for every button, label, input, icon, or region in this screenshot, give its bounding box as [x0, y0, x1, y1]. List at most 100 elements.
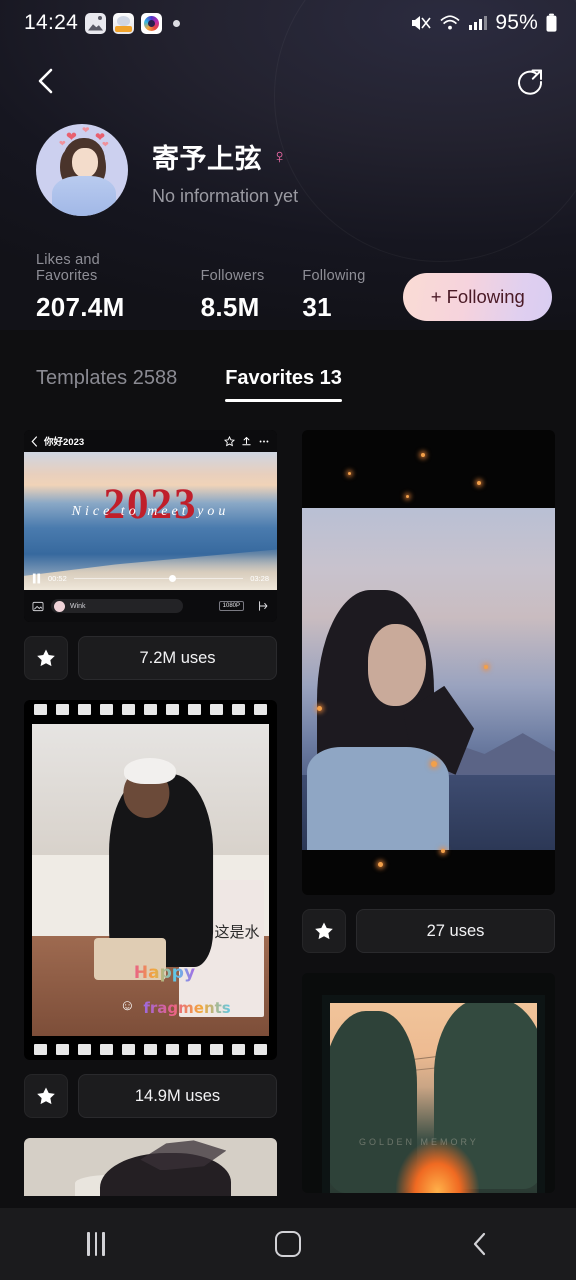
trees-overlay-text: GOLDEN MEMORY	[358, 1137, 479, 1148]
trees-image: GOLDEN MEMORY	[330, 1003, 537, 1193]
status-bar-left: 14:24	[24, 11, 181, 35]
system-back-button[interactable]	[384, 1208, 576, 1280]
favorite-button[interactable]	[24, 636, 68, 680]
uses-count-button[interactable]: 14.9M uses	[78, 1074, 277, 1118]
notification-dot-icon	[173, 19, 181, 27]
inner-back-icon	[31, 435, 37, 447]
card-thumbnail-trees-sunset[interactable]: GOLDEN MEMORY	[302, 973, 555, 1193]
recents-button[interactable]	[0, 1208, 192, 1280]
video-frame-image: 2023 Nice to meet you 00:52 03:28	[24, 452, 277, 590]
profile-tabs: Templates 2588 Favorites 13	[0, 323, 576, 402]
photo-sign-text: 这是水	[214, 923, 260, 942]
card-thumbnail-2023-video[interactable]: 你好2023 2023 Nice to meet you 00:52 03:28…	[24, 430, 277, 622]
following-button[interactable]: + Following	[403, 273, 552, 321]
stat-label: Followers	[200, 268, 265, 284]
resolution-badge: 1080P	[218, 601, 244, 611]
tab-favorites[interactable]: Favorites 13	[225, 367, 342, 402]
profile-stats: Likes and Favorites 207.4M Followers 8.5…	[0, 216, 576, 323]
uses-count-button[interactable]: 7.2M uses	[78, 636, 277, 680]
add-track-icon	[259, 601, 268, 611]
card-thumbnail-filmstrip[interactable]: 这是水 Happy ☺ fragments	[24, 700, 277, 1060]
video-current-time: 00:52	[48, 574, 67, 583]
home-button[interactable]	[192, 1208, 384, 1280]
favorites-grid: 你好2023 2023 Nice to meet you 00:52 03:28…	[0, 402, 576, 1214]
sparkle	[405, 495, 409, 499]
grid-column-right: 27 uses GOLDEN MEMORY	[302, 430, 555, 1214]
stat-following[interactable]: Following 31	[302, 268, 365, 323]
template-card[interactable]: 这是水 Happy ☺ fragments 14.9M uses	[24, 700, 277, 1118]
app-nav-bar	[0, 46, 576, 116]
sparkle	[347, 471, 351, 475]
video-title: 你好2023	[44, 437, 85, 448]
card-thumbnail-hair-partial[interactable]	[24, 1138, 277, 1196]
status-bar-right: 95%	[410, 11, 558, 35]
sparkle	[420, 453, 425, 458]
gender-female-icon: ♀	[272, 145, 287, 168]
avatar[interactable]: ❤ ❤ ❤ ❤ ❤	[36, 124, 128, 216]
status-bar: 14:24 95%	[0, 0, 576, 46]
video-progress-track[interactable]	[73, 574, 244, 582]
image-icon	[32, 601, 44, 611]
cat-app-icon	[113, 12, 135, 34]
profile-name: 寄予上弦	[152, 144, 262, 174]
back-chevron-icon	[38, 68, 53, 94]
wink-app-label: Wink	[70, 602, 86, 610]
profile-name-row: 寄予上弦 ♀	[152, 137, 298, 176]
card-thumbnail-portrait-sea[interactable]	[302, 430, 555, 895]
stat-label: Likes and Favorites	[36, 252, 100, 284]
sparkle	[476, 481, 481, 486]
back-icon	[473, 1232, 486, 1256]
portrait-jacket	[307, 747, 449, 850]
profile-info: 寄予上弦 ♀ No information yet	[152, 133, 298, 207]
template-card[interactable]: 27 uses	[302, 430, 555, 953]
share-circle-icon	[518, 69, 543, 95]
battery-percent-label: 95%	[495, 11, 538, 34]
photo-overlay-happy: Happy	[133, 962, 196, 983]
filmstrip-perforations-bottom	[24, 1044, 277, 1056]
video-bottom-bar: Wink 1080P	[24, 590, 277, 622]
back-button[interactable]	[24, 59, 68, 103]
sparkle	[377, 862, 383, 868]
signal-icon	[469, 16, 488, 30]
mute-icon	[412, 16, 431, 30]
card-actions: 7.2M uses	[24, 636, 277, 680]
camera-app-icon	[141, 12, 163, 34]
stat-label: Following	[302, 268, 366, 284]
photo-overlay-fragments: fragments	[143, 999, 231, 1018]
star-filled-icon	[37, 1087, 55, 1105]
video-inner-toolbar: 你好2023	[24, 430, 277, 452]
pause-icon[interactable]	[32, 573, 41, 584]
grid-column-left: 你好2023 2023 Nice to meet you 00:52 03:28…	[24, 430, 277, 1214]
sparkle	[484, 665, 489, 670]
card-actions: 14.9M uses	[24, 1074, 277, 1118]
video-progress-knob[interactable]	[168, 574, 176, 582]
uses-count-button[interactable]: 27 uses	[356, 909, 555, 953]
star-filled-icon	[37, 649, 55, 667]
stat-value: 31	[302, 292, 332, 322]
photo-person-hat	[123, 758, 176, 785]
battery-icon	[546, 13, 557, 32]
wink-app-chip[interactable]: Wink	[51, 599, 183, 613]
share-button[interactable]	[508, 59, 552, 103]
page-content: 14:24 95% ❤ ❤ ❤ ❤ ❤ 寄予上弦 ♀ No informatio…	[0, 0, 576, 1214]
gallery-app-icon	[85, 12, 107, 34]
template-card[interactable]: 你好2023 2023 Nice to meet you 00:52 03:28…	[24, 430, 277, 680]
avatar-heart-icon: ❤	[59, 139, 66, 148]
stat-likes-and-favorites[interactable]: Likes and Favorites 207.4M	[36, 252, 163, 323]
stat-followers[interactable]: Followers 8.5M	[201, 268, 265, 323]
wifi-icon	[440, 15, 460, 30]
avatar-heart-icon: ❤	[82, 125, 90, 135]
favorite-button[interactable]	[302, 909, 346, 953]
tab-templates[interactable]: Templates 2588	[36, 367, 177, 402]
template-card-partial[interactable]	[24, 1138, 277, 1196]
more-options-icon	[259, 440, 269, 442]
avatar-heart-icon: ❤	[66, 129, 77, 144]
recents-icon	[87, 1232, 105, 1256]
favorite-button[interactable]	[24, 1074, 68, 1118]
profile-bio: No information yet	[152, 186, 299, 206]
video-controls[interactable]: 00:52 03:28	[24, 573, 277, 584]
avatar-heart-icon: ❤	[102, 140, 109, 149]
star-outline-icon	[224, 435, 235, 446]
template-card-partial[interactable]: GOLDEN MEMORY	[302, 973, 555, 1193]
video-overlay-script: Nice to meet you	[71, 504, 230, 519]
